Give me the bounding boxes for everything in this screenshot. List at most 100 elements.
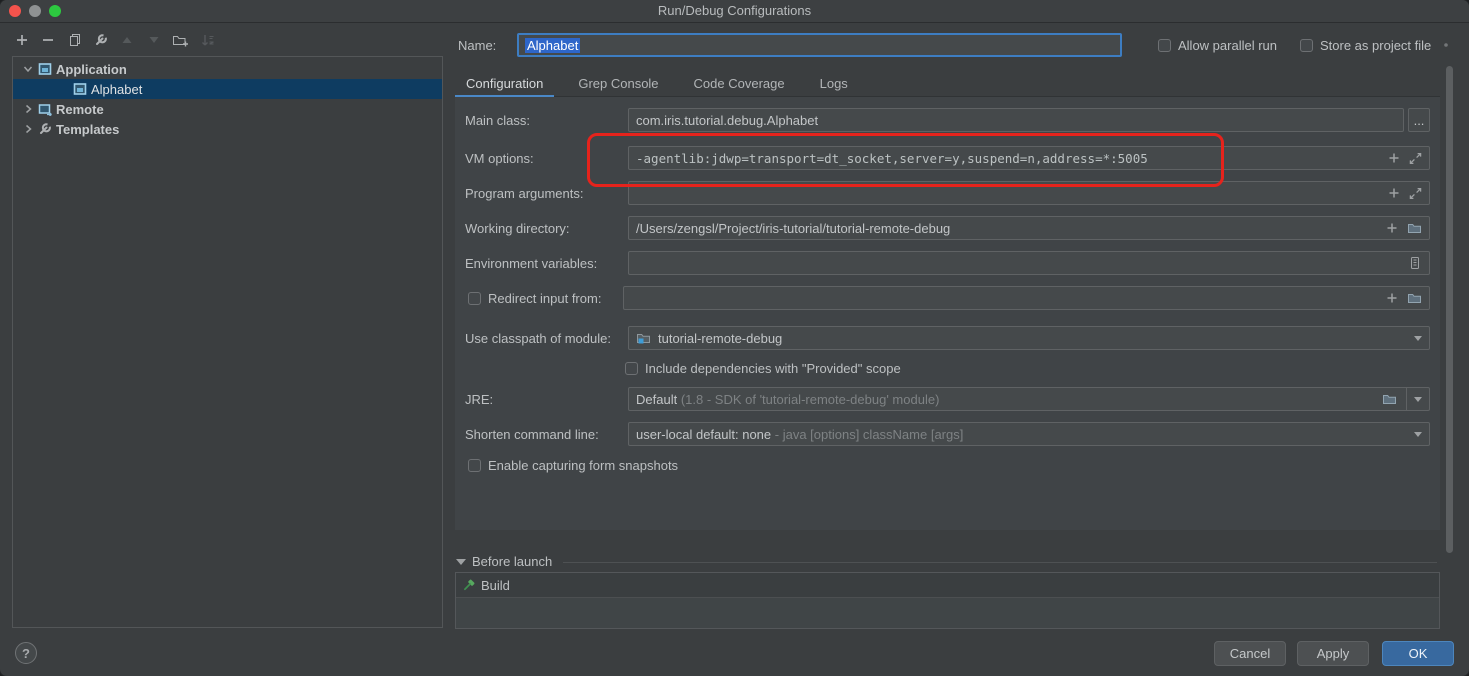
- vertical-scrollbar-thumb[interactable]: [1446, 66, 1453, 553]
- plus-icon[interactable]: [1386, 222, 1398, 234]
- tree-item-templates[interactable]: Templates: [13, 119, 442, 139]
- tab-label: Configuration: [466, 76, 543, 91]
- before-launch-divider: [563, 562, 1437, 563]
- dropdown-arrow-icon[interactable]: [1414, 336, 1422, 345]
- name-input[interactable]: Alphabet: [517, 33, 1122, 57]
- tree-item-alphabet[interactable]: Alphabet: [13, 79, 442, 99]
- tab-label: Logs: [820, 76, 848, 91]
- plus-icon[interactable]: [1386, 292, 1398, 304]
- classpath-module-value: tutorial-remote-debug: [658, 331, 1414, 346]
- before-launch-list: Build: [455, 572, 1440, 629]
- before-launch-item-build[interactable]: Build: [456, 573, 1439, 598]
- tab-label: Grep Console: [578, 76, 658, 91]
- tab-label: Code Coverage: [694, 76, 785, 91]
- tree-item-remote[interactable]: Remote: [13, 99, 442, 119]
- jre-value: Default: [636, 392, 677, 407]
- jre-combobox[interactable]: Default (1.8 - SDK of 'tutorial-remote-d…: [628, 387, 1430, 411]
- store-as-project-file-checkbox[interactable]: [1300, 39, 1313, 52]
- classpath-module-combobox[interactable]: tutorial-remote-debug: [628, 326, 1430, 350]
- jre-hint: (1.8 - SDK of 'tutorial-remote-debug' mo…: [677, 392, 1373, 407]
- allow-parallel-run-option: Allow parallel run: [1158, 33, 1277, 57]
- edit-templates-icon[interactable]: [93, 32, 109, 48]
- add-configuration-icon[interactable]: [14, 32, 30, 48]
- chevron-down-icon[interactable]: [22, 63, 34, 75]
- before-launch-header[interactable]: Before launch: [456, 551, 552, 571]
- configurations-tree: Application Alphabet Remote Templates: [12, 56, 443, 628]
- redirect-input-option: Redirect input from:: [468, 286, 601, 310]
- apply-button[interactable]: Apply: [1297, 641, 1369, 666]
- expand-icon[interactable]: [1409, 152, 1422, 165]
- main-class-label: Main class:: [465, 108, 530, 132]
- form-snapshots-checkbox[interactable]: [468, 459, 481, 472]
- window-title: Run/Debug Configurations: [0, 0, 1469, 22]
- working-directory-label: Working directory:: [465, 216, 570, 240]
- titlebar: Run/Debug Configurations: [0, 0, 1469, 23]
- folder-icon[interactable]: [1407, 222, 1422, 235]
- jre-dropdown-button[interactable]: [1406, 387, 1429, 411]
- plus-icon[interactable]: [1388, 152, 1400, 164]
- working-directory-input[interactable]: /Users/zengsl/Project/iris-tutorial/tuto…: [628, 216, 1430, 240]
- copy-configuration-icon[interactable]: [67, 32, 83, 48]
- environment-variables-input[interactable]: [628, 251, 1430, 275]
- shorten-command-line-combobox[interactable]: user-local default: none - java [options…: [628, 422, 1430, 446]
- tree-item-label: Alphabet: [91, 82, 142, 97]
- sort-alphabetically-icon: [200, 32, 216, 48]
- new-folder-icon[interactable]: [172, 32, 188, 48]
- hammer-icon: [461, 578, 476, 593]
- name-label: Name:: [458, 33, 496, 57]
- program-arguments-label: Program arguments:: [465, 181, 584, 205]
- allow-parallel-run-checkbox[interactable]: [1158, 39, 1171, 52]
- shorten-command-line-label: Shorten command line:: [465, 422, 599, 446]
- main-class-input[interactable]: com.iris.tutorial.debug.Alphabet: [628, 108, 1404, 132]
- provided-scope-checkbox[interactable]: [625, 362, 638, 375]
- help-button[interactable]: ?: [15, 642, 37, 664]
- tree-item-label: Application: [56, 62, 127, 77]
- working-directory-value: /Users/zengsl/Project/iris-tutorial/tuto…: [636, 221, 1377, 236]
- configurations-toolbar: [0, 23, 443, 55]
- browse-list-icon[interactable]: [1408, 256, 1422, 270]
- wrench-icon: [38, 122, 52, 136]
- tab-grep-console[interactable]: Grep Console: [567, 70, 669, 96]
- remote-icon: [38, 102, 52, 116]
- collapse-arrow-icon[interactable]: [456, 559, 466, 570]
- folder-icon[interactable]: [1407, 292, 1422, 305]
- shorten-command-line-value: user-local default: none: [636, 427, 771, 442]
- name-input-selected-text: Alphabet: [525, 38, 580, 53]
- environment-variables-label: Environment variables:: [465, 251, 597, 275]
- ok-button[interactable]: OK: [1382, 641, 1454, 666]
- module-icon: [636, 332, 651, 345]
- provided-scope-option: Include dependencies with "Provided" sco…: [625, 356, 901, 380]
- expand-icon[interactable]: [1409, 187, 1422, 200]
- chevron-right-icon[interactable]: [22, 123, 34, 135]
- tab-logs[interactable]: Logs: [809, 70, 859, 96]
- cancel-button[interactable]: Cancel: [1214, 641, 1286, 666]
- tab-configuration[interactable]: Configuration: [455, 70, 554, 96]
- classpath-module-label: Use classpath of module:: [465, 326, 611, 350]
- remove-configuration-icon[interactable]: [40, 32, 56, 48]
- tree-item-label: Remote: [56, 102, 104, 117]
- vm-options-input[interactable]: -agentlib:jdwp=transport=dt_socket,serve…: [628, 146, 1430, 170]
- before-launch-item-label: Build: [481, 578, 510, 593]
- vm-options-value: -agentlib:jdwp=transport=dt_socket,serve…: [636, 151, 1379, 166]
- form-snapshots-option: Enable capturing form snapshots: [468, 453, 678, 477]
- before-launch-title: Before launch: [472, 554, 552, 569]
- redirect-input-checkbox[interactable]: [468, 292, 481, 305]
- dropdown-arrow-icon[interactable]: [1414, 432, 1422, 441]
- allow-parallel-run-label: Allow parallel run: [1178, 38, 1277, 53]
- main-class-browse-button[interactable]: ...: [1408, 108, 1430, 132]
- store-as-project-file-option: Store as project file: [1300, 33, 1454, 57]
- form-snapshots-label: Enable capturing form snapshots: [488, 458, 678, 473]
- redirect-input-label: Redirect input from:: [488, 291, 601, 306]
- tree-item-application[interactable]: Application: [13, 59, 442, 79]
- chevron-right-icon[interactable]: [22, 103, 34, 115]
- tab-code-coverage[interactable]: Code Coverage: [683, 70, 796, 96]
- store-as-project-file-label: Store as project file: [1320, 38, 1431, 53]
- move-up-icon: [119, 32, 135, 48]
- tree-item-label: Templates: [56, 122, 119, 137]
- redirect-input-field[interactable]: [623, 286, 1430, 310]
- plus-icon[interactable]: [1388, 187, 1400, 199]
- program-arguments-input[interactable]: [628, 181, 1430, 205]
- folder-icon[interactable]: [1382, 393, 1397, 406]
- move-down-icon: [146, 32, 162, 48]
- gear-icon[interactable]: [1438, 37, 1454, 53]
